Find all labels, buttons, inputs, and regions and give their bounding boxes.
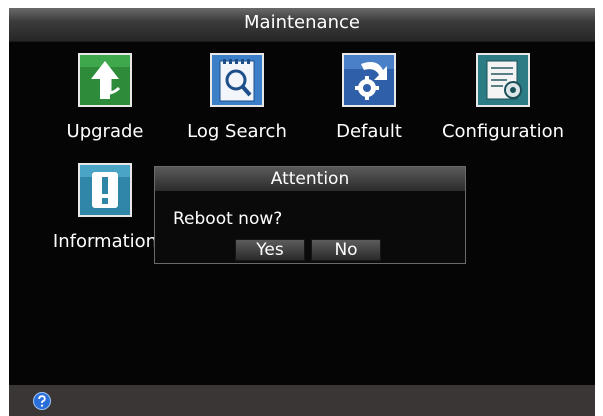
log-search-label: Log Search [187,121,287,142]
yes-button[interactable]: Yes [235,239,305,261]
log-search-tile[interactable]: Log Search [167,52,307,142]
dialog-message: Reboot now? [173,209,283,229]
upgrade-tile[interactable]: Upgrade [35,52,175,142]
no-button[interactable]: No [311,239,381,261]
default-tile[interactable]: Default [299,52,439,142]
information-icon [78,163,132,217]
status-bar [9,385,595,416]
configuration-icon [476,53,530,107]
default-label: Default [336,121,402,142]
configuration-tile[interactable]: Configuration [433,52,573,142]
default-restore-icon [342,53,396,107]
upgrade-arrow-icon [78,53,132,107]
configuration-label: Configuration [441,121,565,142]
title-bar: Maintenance [9,8,595,42]
upgrade-label: Upgrade [66,121,144,142]
window-title: Maintenance [244,12,360,33]
dialog-title: Attention [155,167,465,191]
log-search-icon [210,53,264,107]
attention-dialog: Attention Reboot now? Yes No [154,166,466,264]
maintenance-window: Maintenance Upgrade Log Search Default C… [9,8,595,416]
help-icon[interactable] [33,392,51,410]
